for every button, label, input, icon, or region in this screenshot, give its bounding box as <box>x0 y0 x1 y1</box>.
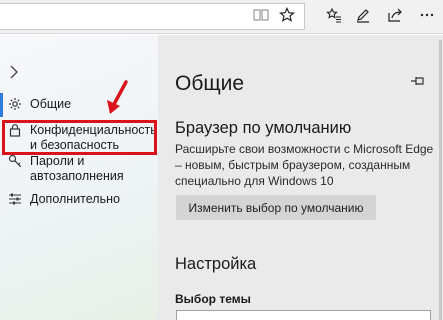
theme-label: Выбор темы <box>175 292 251 306</box>
more-icon[interactable] <box>416 4 438 26</box>
favorite-star-icon[interactable] <box>276 4 298 26</box>
default-browser-heading: Браузер по умолчанию <box>175 119 352 137</box>
pin-icon[interactable] <box>410 74 426 88</box>
sliders-icon <box>9 193 21 205</box>
sidebar-item-general[interactable]: Общие <box>0 97 158 112</box>
gear-icon <box>9 98 21 110</box>
red-arrow-icon <box>107 80 128 114</box>
sidebar-item-advanced[interactable]: Дополнительно <box>0 192 158 207</box>
scrollbar[interactable] <box>439 40 442 320</box>
favorites-hub-icon[interactable] <box>323 4 345 26</box>
sidebar-item-label: Общие <box>30 97 72 111</box>
sidebar-item-label: Пароли и автозаполнения <box>30 154 124 183</box>
key-icon <box>8 154 22 168</box>
change-default-button[interactable]: Изменить выбор по умолчанию <box>176 195 376 220</box>
share-icon[interactable] <box>384 4 406 26</box>
theme-select[interactable] <box>176 310 431 320</box>
notes-pen-icon[interactable] <box>352 4 374 26</box>
browser-toolbar <box>0 0 443 34</box>
sidebar-item-passwords-autofill[interactable]: Пароли и автозаполнения <box>0 154 158 184</box>
default-browser-description: Расширьте свои возможности с Microsoft E… <box>175 142 434 188</box>
sidebar-item-label: Дополнительно <box>30 192 120 206</box>
page-title: Общие <box>175 72 245 95</box>
highlight-box <box>2 120 157 155</box>
reading-view-icon[interactable] <box>250 4 272 26</box>
customize-heading: Настройка <box>175 255 257 273</box>
chevron-right-icon[interactable] <box>9 64 19 80</box>
